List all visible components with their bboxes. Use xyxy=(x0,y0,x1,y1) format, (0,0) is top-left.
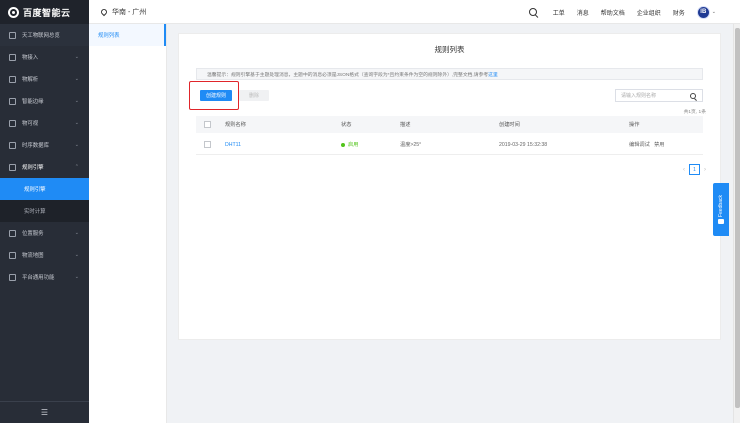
tip-text: 温馨提示：规则引擎基于主题处理消息，主题中的消息必须是JSON格式（查询字段为*… xyxy=(207,72,489,78)
sidebar-item-label: 位置服务 xyxy=(22,231,44,237)
sidebar-item-label: 平台通用功能 xyxy=(22,275,55,281)
column-header-desc: 描述 xyxy=(400,122,411,128)
search-icon[interactable] xyxy=(690,93,696,99)
scrollbar[interactable] xyxy=(733,24,740,423)
sidebar-item-label: 物流地图 xyxy=(22,253,44,259)
rule-name-link[interactable]: DHT11 xyxy=(225,142,241,148)
sidebar-item-label: 规则引擎 xyxy=(22,165,44,171)
feedback-icon xyxy=(718,219,724,225)
tip-banner: 温馨提示：规则引擎基于主题处理消息，主题中的消息必须是JSON格式（查询字段为*… xyxy=(196,68,703,80)
location-pin-icon xyxy=(99,7,109,17)
column-header-time: 创建时间 xyxy=(499,122,520,128)
chevron-down-icon: ⌄ xyxy=(74,252,79,258)
page-number[interactable]: 1 xyxy=(689,164,700,175)
sidebar-subitem-rule-engine[interactable]: 规则引擎 xyxy=(0,178,89,200)
row-checkbox[interactable] xyxy=(204,141,211,148)
logo[interactable]: 百度智能云 xyxy=(0,0,89,24)
rule-list-panel: 规则列表 温馨提示：规则引擎基于主题处理消息，主题中的消息必须是JSON格式（查… xyxy=(178,33,721,340)
rule-search-input[interactable]: 请输入规则名称 xyxy=(615,89,703,102)
feedback-tab[interactable]: Feedback xyxy=(713,183,729,236)
device-access-icon xyxy=(9,53,16,61)
select-all-checkbox[interactable] xyxy=(204,121,211,128)
chevron-up-icon: ⌃ xyxy=(74,164,79,170)
column-header-op: 操作 xyxy=(629,122,640,128)
create-rule-button[interactable]: 创建规则 xyxy=(200,90,232,101)
avatar[interactable]: IB xyxy=(696,5,710,19)
edge-icon xyxy=(9,97,16,105)
sidebar-item-visual[interactable]: 物可视 ⌄ xyxy=(0,112,89,134)
sidebar-item-parse[interactable]: 物解析 ⌄ xyxy=(0,68,89,90)
sidebar: 天工物联网总览 物接入 ⌄ 物解析 ⌄ 智能边缘 ⌄ 物可视 ⌄ 时序数据库 ⌄… xyxy=(0,24,89,423)
chevron-down-icon: ⌄ xyxy=(74,98,79,104)
chevron-down-icon: ⌄ xyxy=(74,76,79,82)
top-bar: 百度智能云 华南 - 广州 工单 消息 帮助文档 企业组织 财务 IB ⌄ xyxy=(0,0,740,24)
chevron-down-icon: ⌄ xyxy=(74,54,79,60)
page-title: 规则列表 xyxy=(434,45,465,54)
rule-description: 温度>25° xyxy=(400,142,422,148)
message-link[interactable]: 消息 xyxy=(577,8,589,17)
sidebar-item-label: 天工物联网总览 xyxy=(22,33,60,39)
sidebar-item-overview[interactable]: 天工物联网总览 xyxy=(0,24,89,46)
collapse-menu-icon[interactable]: ☰ xyxy=(0,401,89,423)
region-selector[interactable]: 华南 - 广州 xyxy=(99,0,147,24)
map-icon xyxy=(9,251,16,259)
help-docs-link[interactable]: 帮助文档 xyxy=(601,8,625,17)
sidebar-item-location[interactable]: 位置服务 ⌄ xyxy=(0,222,89,244)
parse-icon xyxy=(9,75,16,83)
pagination: ‹ 1 › xyxy=(683,164,706,175)
table-header: 规则名称 状态 描述 创建时间 操作 xyxy=(196,116,703,133)
region-label: 华南 - 广州 xyxy=(112,9,147,16)
column-header-status: 状态 xyxy=(341,122,352,128)
search-icon[interactable] xyxy=(528,8,537,16)
chevron-down-icon: ⌄ xyxy=(74,120,79,126)
cloud-logo-icon xyxy=(8,6,19,18)
finance-link[interactable]: 财务 xyxy=(673,8,685,17)
feedback-label: Feedback xyxy=(718,194,724,217)
grid-icon xyxy=(9,31,16,39)
sidebar-item-logistics-map[interactable]: 物流地图 ⌄ xyxy=(0,244,89,266)
scrollbar-thumb[interactable] xyxy=(735,28,740,408)
sidebar-item-rule-engine[interactable]: 规则引擎 ⌃ xyxy=(0,156,89,178)
sidebar-item-label: 物可视 xyxy=(22,121,39,127)
rule-engine-icon xyxy=(9,163,16,171)
eye-icon xyxy=(9,119,16,127)
status-dot-icon xyxy=(341,142,345,147)
next-page-icon[interactable]: › xyxy=(704,167,706,173)
search-placeholder: 请输入规则名称 xyxy=(621,93,657,99)
row-actions: 编辑调试 禁用 xyxy=(629,141,664,148)
status-text: 启用 xyxy=(348,142,359,148)
status-badge: 启用 xyxy=(341,141,358,148)
sidebar-item-edge[interactable]: 智能边缘 ⌄ xyxy=(0,90,89,112)
created-time: 2019-03-29 15:32:38 xyxy=(499,141,548,148)
top-right-links: 工单 消息 帮助文档 企业组织 财务 IB ⌄ xyxy=(528,0,716,24)
column-header-name: 规则名称 xyxy=(225,122,246,128)
chevron-down-icon: ⌄ xyxy=(74,142,79,148)
sidebar-subitem-realtime[interactable]: 实时计算 xyxy=(0,200,89,222)
prev-page-icon[interactable]: ‹ xyxy=(683,167,685,173)
chevron-down-icon[interactable]: ⌄ xyxy=(712,9,716,15)
total-count: 共1页, 1条 xyxy=(683,110,706,115)
chevron-down-icon: ⌄ xyxy=(74,230,79,236)
chevron-down-icon: ⌄ xyxy=(74,274,79,280)
tip-link[interactable]: 这里 xyxy=(488,71,498,78)
disable-link[interactable]: 禁用 xyxy=(654,142,664,148)
logo-text: 百度智能云 xyxy=(23,7,71,18)
sidebar-item-platform[interactable]: 平台通用功能 ⌄ xyxy=(0,266,89,288)
database-icon xyxy=(9,141,16,149)
secondary-nav-item-rule-list[interactable]: 规则列表 xyxy=(89,24,166,46)
platform-icon xyxy=(9,273,16,281)
sidebar-item-label: 物解析 xyxy=(22,77,39,83)
organization-link[interactable]: 企业组织 xyxy=(637,8,661,17)
sidebar-item-label: 智能边缘 xyxy=(22,99,44,105)
delete-button[interactable]: 删除 xyxy=(239,90,269,101)
location-icon xyxy=(9,229,16,237)
ticket-link[interactable]: 工单 xyxy=(553,8,565,17)
table-row: DHT11 启用 温度>25° 2019-03-29 15:32:38 编辑调试… xyxy=(196,135,703,155)
sidebar-item-label: 时序数据库 xyxy=(22,143,49,149)
sidebar-item-tsdb[interactable]: 时序数据库 ⌄ xyxy=(0,134,89,156)
edit-debug-link[interactable]: 编辑调试 xyxy=(629,142,650,148)
sidebar-item-device-access[interactable]: 物接入 ⌄ xyxy=(0,46,89,68)
secondary-nav: 规则列表 xyxy=(89,24,167,423)
sidebar-item-label: 物接入 xyxy=(22,55,39,61)
